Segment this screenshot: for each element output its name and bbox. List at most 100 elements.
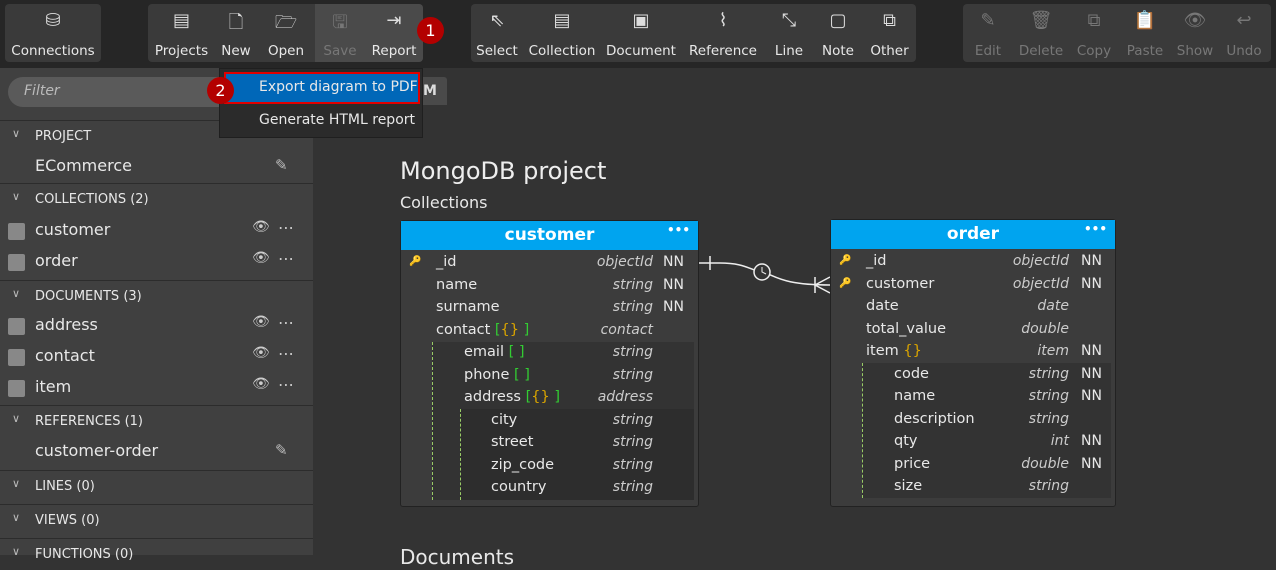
collection-button[interactable]: ▤ Collection: [523, 4, 601, 62]
collection-item[interactable]: customer 👁 ⋯: [0, 215, 313, 246]
save-icon: 🖫: [332, 12, 348, 33]
file-group: ▤ Projects 🗋 New 🗁 Open 🖫 Save ⇥ Report: [148, 4, 423, 62]
eye-icon[interactable]: 👁: [252, 345, 270, 361]
copy-icon: ⧉: [1087, 10, 1101, 31]
tools-group: ⇖ Select ▤ Collection ▣ Document ⌇ Reference…: [471, 4, 916, 62]
project-item[interactable]: ECommerce ✎: [0, 151, 313, 182]
section-views[interactable]: ∨ VIEWS (0): [0, 504, 313, 536]
field-name: total_value: [866, 320, 947, 337]
color-swatch: [8, 254, 25, 271]
collections-label: Collections: [400, 193, 488, 212]
field-row[interactable]: qty int NN: [831, 431, 1115, 454]
generate-html-report-menu-item[interactable]: Generate HTML report: [226, 107, 418, 135]
field-row[interactable]: email [ ] string: [401, 342, 698, 365]
select-button[interactable]: ⇖ Select: [471, 4, 523, 62]
delete-button[interactable]: 🗑 Delete: [1013, 4, 1069, 62]
chevron-down-icon: ∨: [12, 412, 21, 425]
color-swatch: [8, 223, 25, 240]
field-row[interactable]: country string: [401, 477, 698, 500]
eye-icon[interactable]: 👁: [252, 376, 270, 392]
reference-item[interactable]: customer-order ✎: [0, 436, 313, 467]
connections-button[interactable]: ⛁ Connections: [5, 4, 101, 62]
pencil-icon[interactable]: ✎: [275, 156, 288, 174]
reference-button[interactable]: ⌇ Reference: [681, 4, 765, 62]
field-row[interactable]: city string: [401, 410, 698, 433]
eye-icon[interactable]: 👁: [252, 314, 270, 330]
more-icon[interactable]: •••: [1084, 222, 1107, 236]
document-item[interactable]: address 👁 ⋯: [0, 310, 313, 341]
foreign-key-icon: 🔑: [839, 277, 852, 289]
chevron-down-icon: ∨: [12, 190, 21, 203]
field-row[interactable]: surname string NN: [401, 297, 698, 320]
field-row[interactable]: description string: [831, 409, 1115, 432]
pencil-icon[interactable]: ✎: [275, 441, 288, 459]
field-row[interactable]: 🔑 _id objectId NN: [401, 252, 698, 275]
more-icon[interactable]: ⋯: [278, 218, 294, 237]
section-documents[interactable]: ∨ DOCUMENTS (3): [0, 280, 313, 312]
diagram-tab[interactable]: M: [420, 77, 447, 105]
section-lines[interactable]: ∨ LINES (0): [0, 470, 313, 502]
section-references[interactable]: ∨ REFERENCES (1): [0, 405, 313, 437]
export-pdf-menu-item[interactable]: Export diagram to PDF: [224, 72, 420, 104]
open-button[interactable]: 🗁 Open: [257, 4, 315, 62]
copy-button[interactable]: ⧉ Copy: [1069, 4, 1119, 62]
field-row[interactable]: contact [{} ] contact: [401, 320, 698, 343]
order-collection[interactable]: order ••• 🔑 _id objectId NN 🔑 customer objectId…: [830, 219, 1116, 507]
field-row[interactable]: 🔑 _id objectId NN: [831, 251, 1115, 274]
more-icon[interactable]: ⋯: [278, 375, 294, 394]
field-name: item {}: [866, 343, 922, 359]
edit-button[interactable]: ✎ Edit: [963, 4, 1013, 62]
field-name: date: [866, 298, 899, 314]
field-type: address: [597, 389, 653, 405]
field-row[interactable]: name string NN: [401, 275, 698, 298]
chevron-down-icon: ∨: [12, 477, 21, 490]
document-item[interactable]: contact 👁 ⋯: [0, 341, 313, 372]
undo-button[interactable]: ↩ Undo: [1219, 4, 1269, 62]
line-button[interactable]: ⤡ Line: [765, 4, 813, 62]
collection-item[interactable]: order 👁 ⋯: [0, 246, 313, 277]
field-row[interactable]: address [{} ] address: [401, 387, 698, 410]
more-icon[interactable]: •••: [667, 223, 690, 237]
more-icon[interactable]: ⋯: [278, 344, 294, 363]
more-icon[interactable]: ⋯: [278, 249, 294, 268]
field-row[interactable]: item {} item NN: [831, 341, 1115, 364]
save-button[interactable]: 🖫 Save: [315, 4, 365, 62]
field-row[interactable]: phone [ ] string: [401, 365, 698, 388]
eye-icon: 👁: [1183, 10, 1207, 31]
field-type: double: [1021, 320, 1069, 337]
reference-connector[interactable]: [690, 250, 840, 300]
field-row[interactable]: size string: [831, 476, 1115, 499]
not-null-flag: NN: [663, 254, 684, 270]
note-button[interactable]: ▢ Note: [813, 4, 863, 62]
field-type: date: [1037, 298, 1069, 314]
primary-key-icon: 🔑: [409, 256, 422, 267]
document-item[interactable]: item 👁 ⋯: [0, 372, 313, 403]
field-row[interactable]: code string NN: [831, 364, 1115, 387]
show-button[interactable]: 👁 Show: [1171, 4, 1219, 62]
chevron-down-icon: ∨: [12, 545, 21, 558]
field-name: zip_code: [491, 456, 555, 473]
section-functions[interactable]: ∨ FUNCTIONS (0): [0, 538, 313, 570]
field-type: string: [612, 434, 653, 450]
edit-group: ✎ Edit 🗑 Delete ⧉ Copy 📋 Paste 👁 Show ↩ Undo: [963, 4, 1271, 62]
projects-button[interactable]: ▤ Projects: [148, 4, 215, 62]
field-name: size: [894, 478, 923, 494]
other-button[interactable]: ⧉ Other: [863, 4, 916, 62]
report-button[interactable]: ⇥ Report: [365, 4, 423, 62]
field-row[interactable]: date date: [831, 296, 1115, 319]
field-row[interactable]: name string NN: [831, 386, 1115, 409]
document-button[interactable]: ▣ Document: [601, 4, 681, 62]
paste-button[interactable]: 📋 Paste: [1119, 4, 1171, 62]
field-row[interactable]: 🔑 customer objectId NN: [831, 274, 1115, 297]
field-row[interactable]: zip_code string: [401, 455, 698, 478]
field-row[interactable]: price double NN: [831, 454, 1115, 477]
field-row[interactable]: street string: [401, 432, 698, 455]
field-row[interactable]: total_value double: [831, 319, 1115, 342]
more-icon[interactable]: ⋯: [278, 313, 294, 332]
not-null-flag: NN: [1081, 275, 1102, 292]
section-collections[interactable]: ∨ COLLECTIONS (2): [0, 183, 313, 215]
eye-icon[interactable]: 👁: [252, 250, 270, 266]
eye-icon[interactable]: 👁: [252, 219, 270, 235]
customer-collection[interactable]: customer ••• 🔑 _id objectId NN name string NN su…: [400, 220, 699, 507]
new-button[interactable]: 🗋 New: [215, 4, 257, 62]
